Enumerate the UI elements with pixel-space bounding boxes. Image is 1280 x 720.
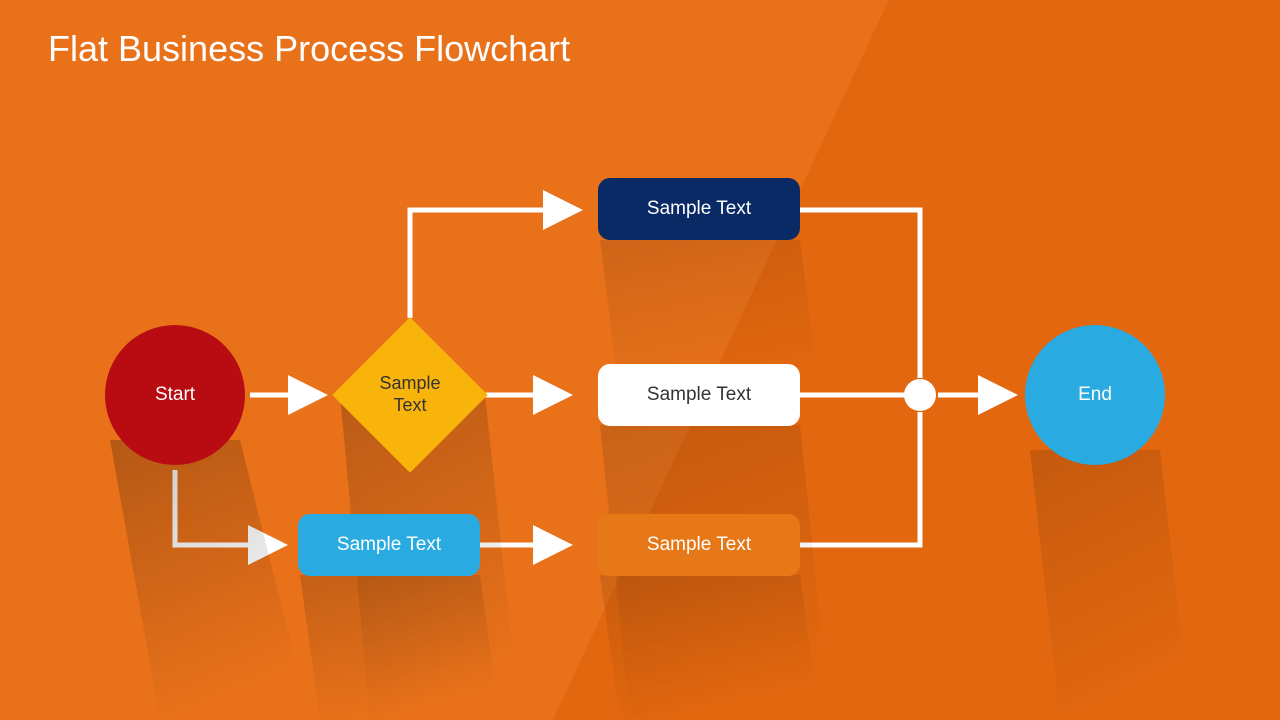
merge-junction [904, 379, 936, 411]
end-node: End [1025, 325, 1165, 465]
flowchart-canvas: Start SampleText Sample Text Sample Text… [0, 0, 1280, 720]
top-process-label: Sample Text [647, 198, 751, 220]
mid-process-label: Sample Text [647, 384, 751, 406]
decision-node: SampleText [355, 340, 465, 450]
mid-process-box: Sample Text [598, 364, 800, 426]
start-label: Start [155, 384, 195, 406]
start-node: Start [105, 325, 245, 465]
low-process-box: Sample Text [598, 514, 800, 576]
end-label: End [1078, 384, 1112, 406]
low-process-label: Sample Text [647, 534, 751, 556]
alt-process-label: Sample Text [337, 534, 441, 556]
top-process-box: Sample Text [598, 178, 800, 240]
decision-label: SampleText [379, 373, 440, 416]
alt-process-box: Sample Text [298, 514, 480, 576]
